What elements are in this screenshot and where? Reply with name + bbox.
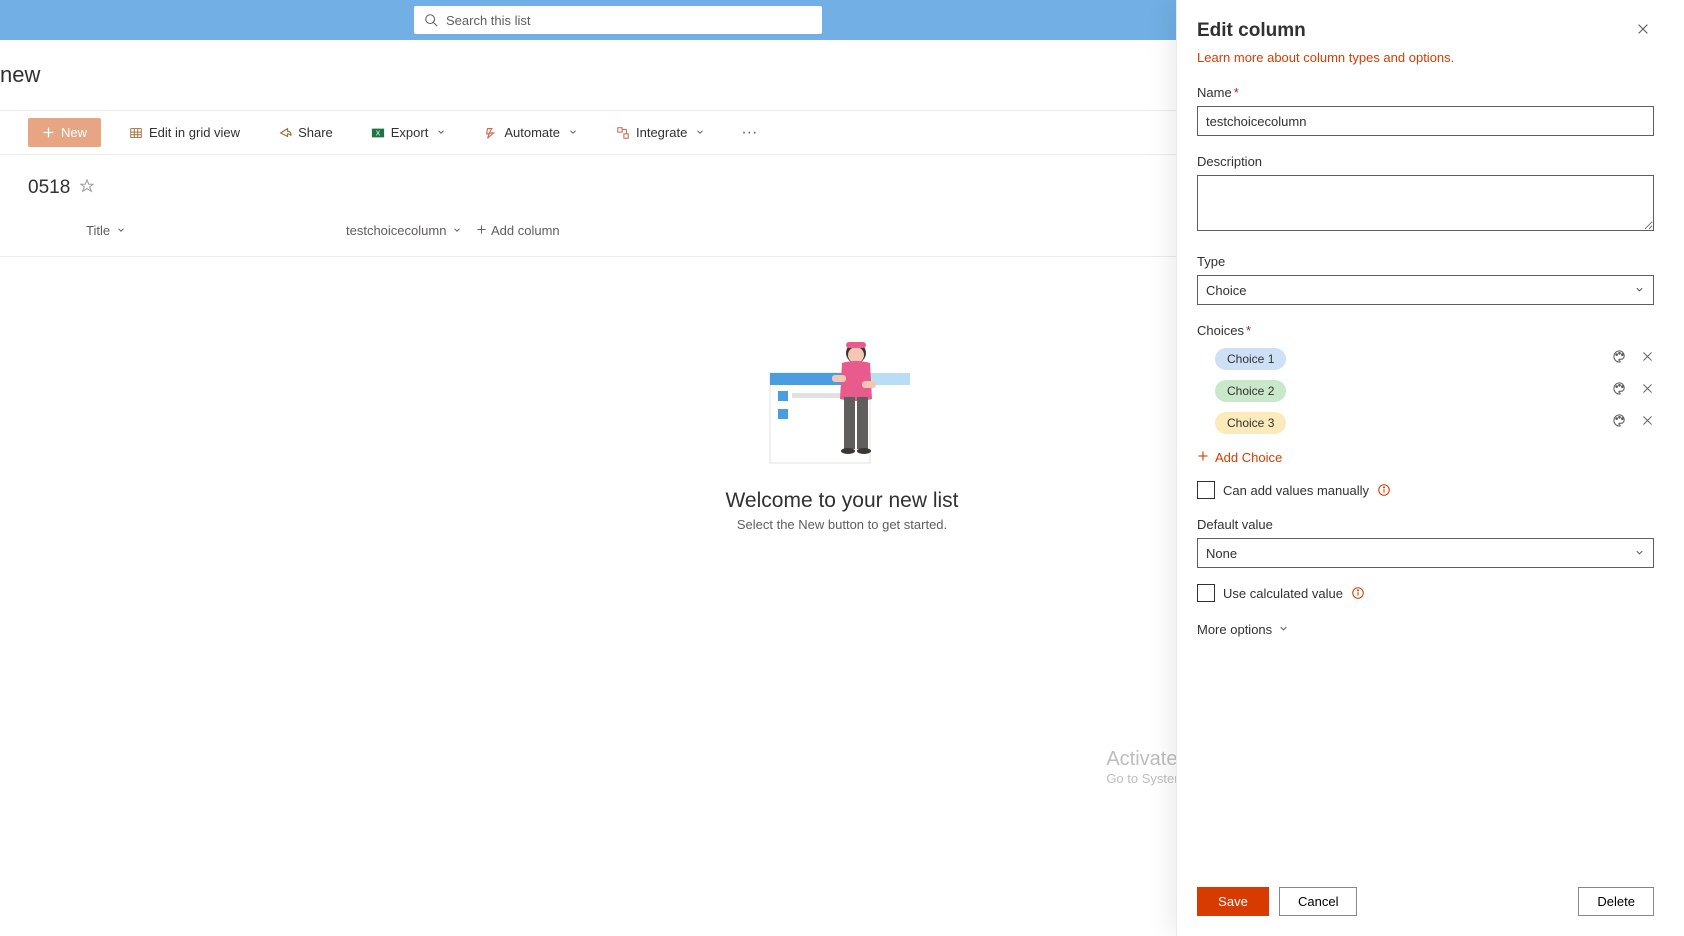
learn-more-link[interactable]: Learn more about column types and option…: [1197, 50, 1454, 65]
can-add-manually-label: Can add values manually: [1223, 483, 1369, 498]
default-value-text: None: [1206, 546, 1237, 561]
remove-choice-icon[interactable]: [1641, 350, 1654, 368]
svg-text:X: X: [375, 130, 380, 137]
add-choice-label: Add Choice: [1215, 450, 1282, 465]
column-header-choice-label: testchoicecolumn: [346, 223, 446, 238]
search-input[interactable]: Search this list: [414, 6, 822, 34]
integrate-label: Integrate: [636, 125, 687, 140]
share-label: Share: [298, 125, 333, 140]
name-input[interactable]: [1197, 106, 1654, 136]
more-options-toggle[interactable]: More options: [1197, 622, 1654, 637]
choice-row: Choice 2: [1197, 380, 1654, 402]
add-column-label: Add column: [491, 223, 560, 238]
search-icon: [424, 13, 446, 27]
choice-row: Choice 3: [1197, 412, 1654, 434]
delete-button[interactable]: Delete: [1578, 887, 1654, 916]
chevron-down-icon: [116, 223, 126, 238]
column-header-testchoicecolumn[interactable]: testchoicecolumn: [340, 219, 460, 242]
type-select-value: Choice: [1206, 283, 1246, 298]
add-column-button[interactable]: Add column: [470, 219, 566, 242]
new-button-label: New: [61, 125, 87, 140]
remove-choice-icon[interactable]: [1641, 414, 1654, 432]
default-value-label: Default value: [1197, 517, 1654, 532]
excel-icon: X: [371, 126, 385, 140]
more-commands-button[interactable]: ···: [733, 120, 765, 146]
chevron-down-icon: [436, 125, 446, 140]
chevron-down-icon: [695, 125, 705, 140]
use-calculated-label: Use calculated value: [1223, 586, 1343, 601]
export-button[interactable]: X Export: [361, 119, 457, 146]
description-input[interactable]: [1197, 175, 1654, 231]
info-icon[interactable]: [1377, 483, 1391, 497]
info-icon[interactable]: [1351, 586, 1365, 600]
panel-footer: Save Cancel Delete: [1177, 875, 1684, 936]
palette-icon[interactable]: [1612, 349, 1627, 369]
automate-button[interactable]: Automate: [474, 119, 588, 146]
share-button[interactable]: Share: [268, 119, 343, 146]
type-label: Type: [1197, 254, 1654, 269]
export-label: Export: [391, 125, 429, 140]
remove-choice-icon[interactable]: [1641, 382, 1654, 400]
list-title: 0518: [28, 177, 70, 199]
choice-pill[interactable]: Choice 2: [1215, 380, 1286, 402]
save-button[interactable]: Save: [1197, 887, 1269, 916]
can-add-manually-checkbox[interactable]: [1197, 481, 1215, 499]
chevron-down-icon: [1278, 622, 1289, 637]
favorite-icon[interactable]: [80, 179, 94, 198]
plus-icon: [42, 126, 55, 139]
plus-icon: [476, 223, 487, 238]
chevron-down-icon: [568, 125, 578, 140]
chevron-down-icon: [1634, 283, 1645, 298]
integrate-button[interactable]: Integrate: [606, 119, 715, 146]
type-select[interactable]: Choice: [1197, 275, 1654, 305]
palette-icon[interactable]: [1612, 381, 1627, 401]
flow-icon: [484, 126, 498, 140]
name-label: Name*: [1197, 85, 1654, 100]
add-choice-button[interactable]: Add Choice: [1197, 450, 1654, 465]
choice-pill[interactable]: Choice 3: [1215, 412, 1286, 434]
plus-icon: [1197, 450, 1209, 465]
automate-label: Automate: [504, 125, 560, 140]
choice-pill[interactable]: Choice 1: [1215, 348, 1286, 370]
new-button[interactable]: New: [28, 118, 101, 147]
choices-label: Choices*: [1197, 323, 1654, 338]
close-panel-button[interactable]: [1632, 18, 1654, 44]
integrate-icon: [616, 126, 630, 140]
empty-illustration: [762, 335, 922, 475]
panel-title: Edit column: [1197, 20, 1306, 42]
column-header-title-label: Title: [86, 223, 110, 238]
description-label: Description: [1197, 154, 1654, 169]
empty-state-title: Welcome to your new list: [725, 489, 958, 513]
edit-grid-button[interactable]: Edit in grid view: [119, 119, 250, 146]
more-options-label: More options: [1197, 622, 1272, 637]
use-calculated-checkbox[interactable]: [1197, 584, 1215, 602]
default-value-select[interactable]: None: [1197, 538, 1654, 568]
edit-grid-label: Edit in grid view: [149, 125, 240, 140]
chevron-down-icon: [452, 223, 462, 238]
grid-icon: [129, 126, 143, 140]
edit-column-panel: Edit column Learn more about column type…: [1176, 0, 1684, 936]
search-placeholder: Search this list: [446, 13, 531, 28]
column-header-title[interactable]: Title: [80, 219, 330, 242]
empty-state-subtitle: Select the New button to get started.: [737, 517, 947, 532]
choice-row: Choice 1: [1197, 348, 1654, 370]
share-icon: [278, 126, 292, 140]
palette-icon[interactable]: [1612, 413, 1627, 433]
chevron-down-icon: [1634, 546, 1645, 561]
cancel-button[interactable]: Cancel: [1279, 887, 1357, 916]
